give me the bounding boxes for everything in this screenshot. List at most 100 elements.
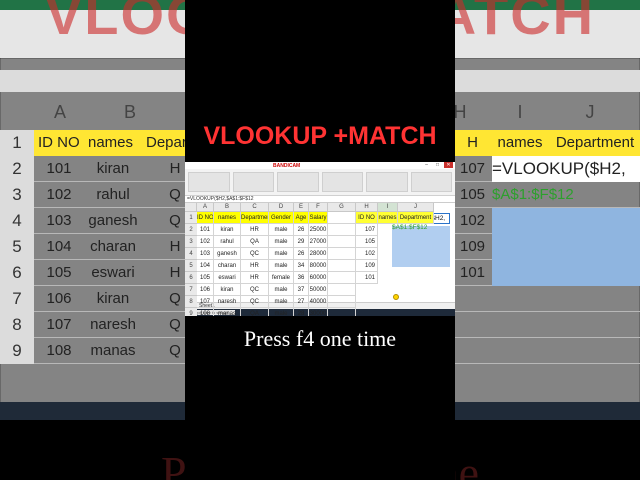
lookup-id-cell[interactable]: 102 (356, 248, 378, 260)
column-header-h[interactable]: H (356, 203, 378, 212)
table-header-cell[interactable]: names (214, 212, 241, 224)
table-cell[interactable]: 108 (197, 308, 214, 316)
table-cell[interactable]: male (269, 296, 294, 308)
table-cell[interactable]: 50000 (309, 284, 328, 296)
table-cell[interactable]: QC (241, 248, 269, 260)
minimize-button[interactable]: – (422, 162, 431, 168)
table-cell[interactable]: 28000 (309, 248, 328, 260)
grid-cell[interactable] (328, 224, 356, 236)
column-header-i[interactable]: I (378, 203, 398, 212)
row-header-2[interactable]: 2 (185, 224, 197, 236)
grid-cell[interactable] (328, 308, 356, 316)
table-cell[interactable]: female (269, 272, 294, 284)
table-cell[interactable]: male (269, 224, 294, 236)
table-cell[interactable]: 102 (197, 236, 214, 248)
table-cell[interactable]: QA (241, 308, 269, 316)
table-cell[interactable]: kiran (214, 284, 241, 296)
column-header-c[interactable]: C (241, 203, 269, 212)
grid-cell[interactable] (328, 236, 356, 248)
table-cell[interactable]: QC (241, 284, 269, 296)
lookup-header-cell[interactable]: ID NO (356, 212, 378, 224)
table-cell[interactable]: 101 (197, 224, 214, 236)
row-header-7[interactable]: 7 (185, 284, 197, 296)
table-cell[interactable]: rahul (214, 236, 241, 248)
column-header-g[interactable]: G (328, 203, 356, 212)
column-header-j[interactable]: J (398, 203, 434, 212)
lookup-id-cell[interactable]: 105 (356, 236, 378, 248)
table-cell[interactable]: ganesh (214, 248, 241, 260)
formula-bar[interactable]: =VLOOKUP($H2,$A$1:$F$12 (185, 196, 455, 203)
table-header-cell[interactable]: Salary (309, 212, 328, 224)
row-header-4[interactable]: 4 (185, 248, 197, 260)
column-header-e[interactable]: E (294, 203, 309, 212)
row-header-1[interactable]: 1 (185, 212, 197, 224)
grid-cell[interactable] (328, 260, 356, 272)
table-cell[interactable]: 29 (294, 236, 309, 248)
table-cell[interactable]: 25000 (309, 224, 328, 236)
table-cell[interactable]: 36 (294, 272, 309, 284)
column-header-b[interactable]: B (214, 203, 241, 212)
grid-cell[interactable] (328, 284, 356, 296)
table-cell[interactable]: male (269, 236, 294, 248)
ribbon-group[interactable] (232, 172, 274, 192)
grid-cell[interactable] (328, 212, 356, 224)
table-header-cell[interactable]: Age (294, 212, 309, 224)
table-cell[interactable]: male (269, 308, 294, 316)
table-cell[interactable]: HR (241, 272, 269, 284)
ribbon-group[interactable] (366, 172, 408, 192)
column-header-a[interactable]: A (197, 203, 214, 212)
table-cell[interactable]: HR (241, 260, 269, 272)
lookup-id-cell[interactable]: 107 (356, 224, 378, 236)
column-header-f[interactable]: F (309, 203, 328, 212)
ribbon-group[interactable] (410, 172, 452, 192)
table-header-cell[interactable]: ID NO (197, 212, 214, 224)
table-cell[interactable]: 107 (197, 296, 214, 308)
table-cell[interactable]: 80000 (309, 260, 328, 272)
column-header-d[interactable]: D (269, 203, 294, 212)
lookup-header-cell[interactable]: names (378, 212, 398, 224)
table-cell[interactable]: 27000 (309, 236, 328, 248)
row-header-6[interactable]: 6 (185, 272, 197, 284)
table-cell[interactable]: HR (241, 224, 269, 236)
lookup-id-cell[interactable]: 101 (356, 272, 378, 284)
table-header-cell[interactable]: Gender (269, 212, 294, 224)
lookup-header-cell[interactable]: Department (398, 212, 434, 224)
table-cell[interactable]: manas (214, 308, 241, 316)
table-header-cell[interactable]: Department (241, 212, 269, 224)
ribbon-group[interactable] (277, 172, 319, 192)
row-header-9[interactable]: 9 (185, 308, 197, 316)
table-cell[interactable]: 40000 (309, 296, 328, 308)
ribbon-group[interactable] (188, 172, 230, 192)
table-cell[interactable]: male (269, 248, 294, 260)
table-cell[interactable]: 30000 (309, 308, 328, 316)
table-cell[interactable]: male (269, 284, 294, 296)
selected-range[interactable] (392, 226, 450, 267)
table-cell[interactable]: QC (241, 296, 269, 308)
table-cell[interactable]: naresh (214, 296, 241, 308)
table-cell[interactable]: 60000 (309, 272, 328, 284)
table-cell[interactable]: male (269, 260, 294, 272)
table-cell[interactable]: 106 (197, 284, 214, 296)
table-cell[interactable]: 105 (197, 272, 214, 284)
lookup-id-cell[interactable]: 109 (356, 260, 378, 272)
table-cell[interactable]: eswari (214, 272, 241, 284)
row-header-3[interactable]: 3 (185, 236, 197, 248)
ribbon-group[interactable] (321, 172, 363, 192)
table-cell[interactable]: 104 (197, 260, 214, 272)
table-cell[interactable]: QA (241, 236, 269, 248)
table-cell[interactable]: 26 (294, 224, 309, 236)
table-cell[interactable]: 103 (197, 248, 214, 260)
table-cell[interactable]: 37 (294, 284, 309, 296)
select-all-corner[interactable] (185, 203, 197, 212)
table-cell[interactable]: 26 (294, 248, 309, 260)
table-cell[interactable]: 34 (294, 260, 309, 272)
table-cell[interactable]: charan (214, 260, 241, 272)
table-cell[interactable]: kiran (214, 224, 241, 236)
row-header-5[interactable]: 5 (185, 260, 197, 272)
grid-cell[interactable] (328, 272, 356, 284)
grid-cell[interactable] (328, 296, 356, 308)
table-cell[interactable]: 27 (294, 296, 309, 308)
close-button[interactable]: ✕ (444, 162, 453, 168)
row-header-8[interactable]: 8 (185, 296, 197, 308)
grid-cell[interactable] (328, 248, 356, 260)
